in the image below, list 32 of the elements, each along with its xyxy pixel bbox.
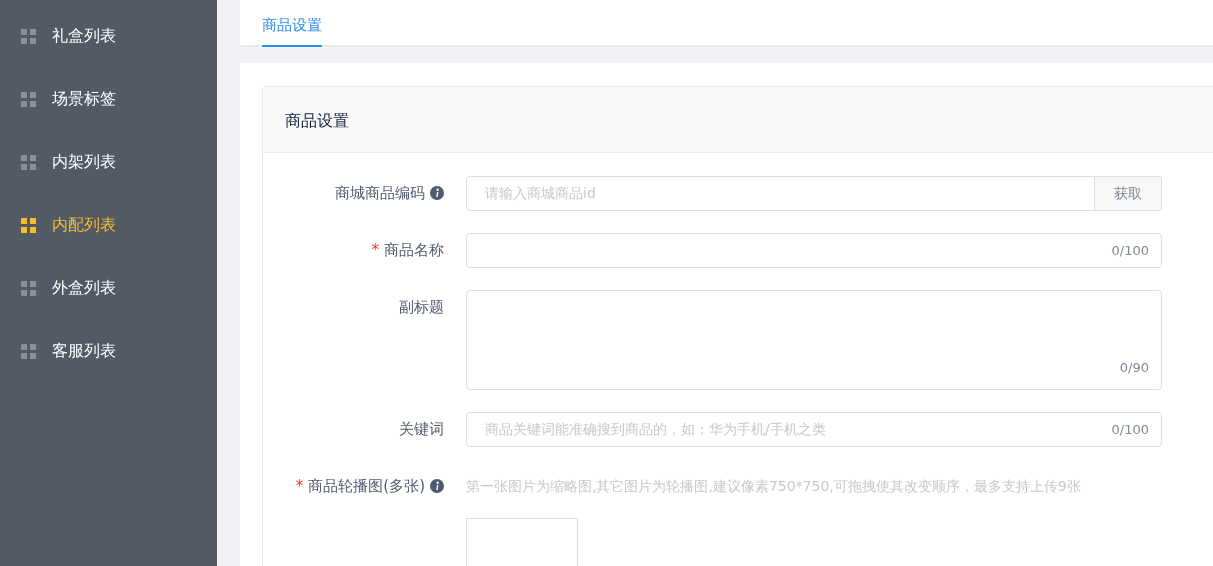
- char-counter: 0/90: [1119, 358, 1150, 377]
- info-icon[interactable]: [430, 186, 444, 200]
- field-label: 关键词: [399, 419, 444, 440]
- placeholder-text: 商品关键词能准确搜到商品的，如：华为手机/手机之类: [485, 421, 826, 437]
- input-field[interactable]: 商品关键词能准确搜到商品的，如：华为手机/手机之类 0/100: [466, 412, 1162, 447]
- sidebar-item[interactable]: 外盒列表: [0, 268, 217, 308]
- field-label: 商品轮播图(多张): [308, 476, 425, 497]
- textarea-field[interactable]: 0/90: [466, 290, 1162, 390]
- sidebar-item[interactable]: 礼盒列表: [0, 16, 217, 56]
- field-label: 副标题: [399, 297, 444, 318]
- required-mark: *: [295, 476, 304, 497]
- sidebar-item[interactable]: 客服列表: [0, 331, 217, 371]
- field-label: 商品名称: [384, 240, 444, 261]
- grid-icon: [21, 217, 36, 233]
- grid-icon: [21, 343, 36, 359]
- grid-icon: [21, 280, 36, 296]
- sidebar-item[interactable]: 内配列表: [0, 205, 217, 245]
- grid-icon: [21, 91, 36, 107]
- required-mark: *: [371, 240, 379, 261]
- fetch-button[interactable]: 获取: [1095, 176, 1162, 211]
- info-icon[interactable]: [430, 479, 444, 493]
- grid-icon: [21, 28, 36, 44]
- input-field[interactable]: 0/100: [466, 233, 1162, 268]
- tab[interactable]: 商品设置: [262, 0, 322, 47]
- grid-icon: [21, 154, 36, 170]
- char-counter: 0/100: [1111, 241, 1150, 260]
- sidebar-item[interactable]: 内架列表: [0, 142, 217, 182]
- card-title: 商品设置: [263, 87, 1213, 153]
- char-counter: 0/100: [1111, 420, 1150, 439]
- placeholder-text: 请输入商城商品id: [485, 185, 596, 201]
- field-label: 商城商品编码: [335, 183, 425, 204]
- sidebar-item[interactable]: 场景标签: [0, 79, 217, 119]
